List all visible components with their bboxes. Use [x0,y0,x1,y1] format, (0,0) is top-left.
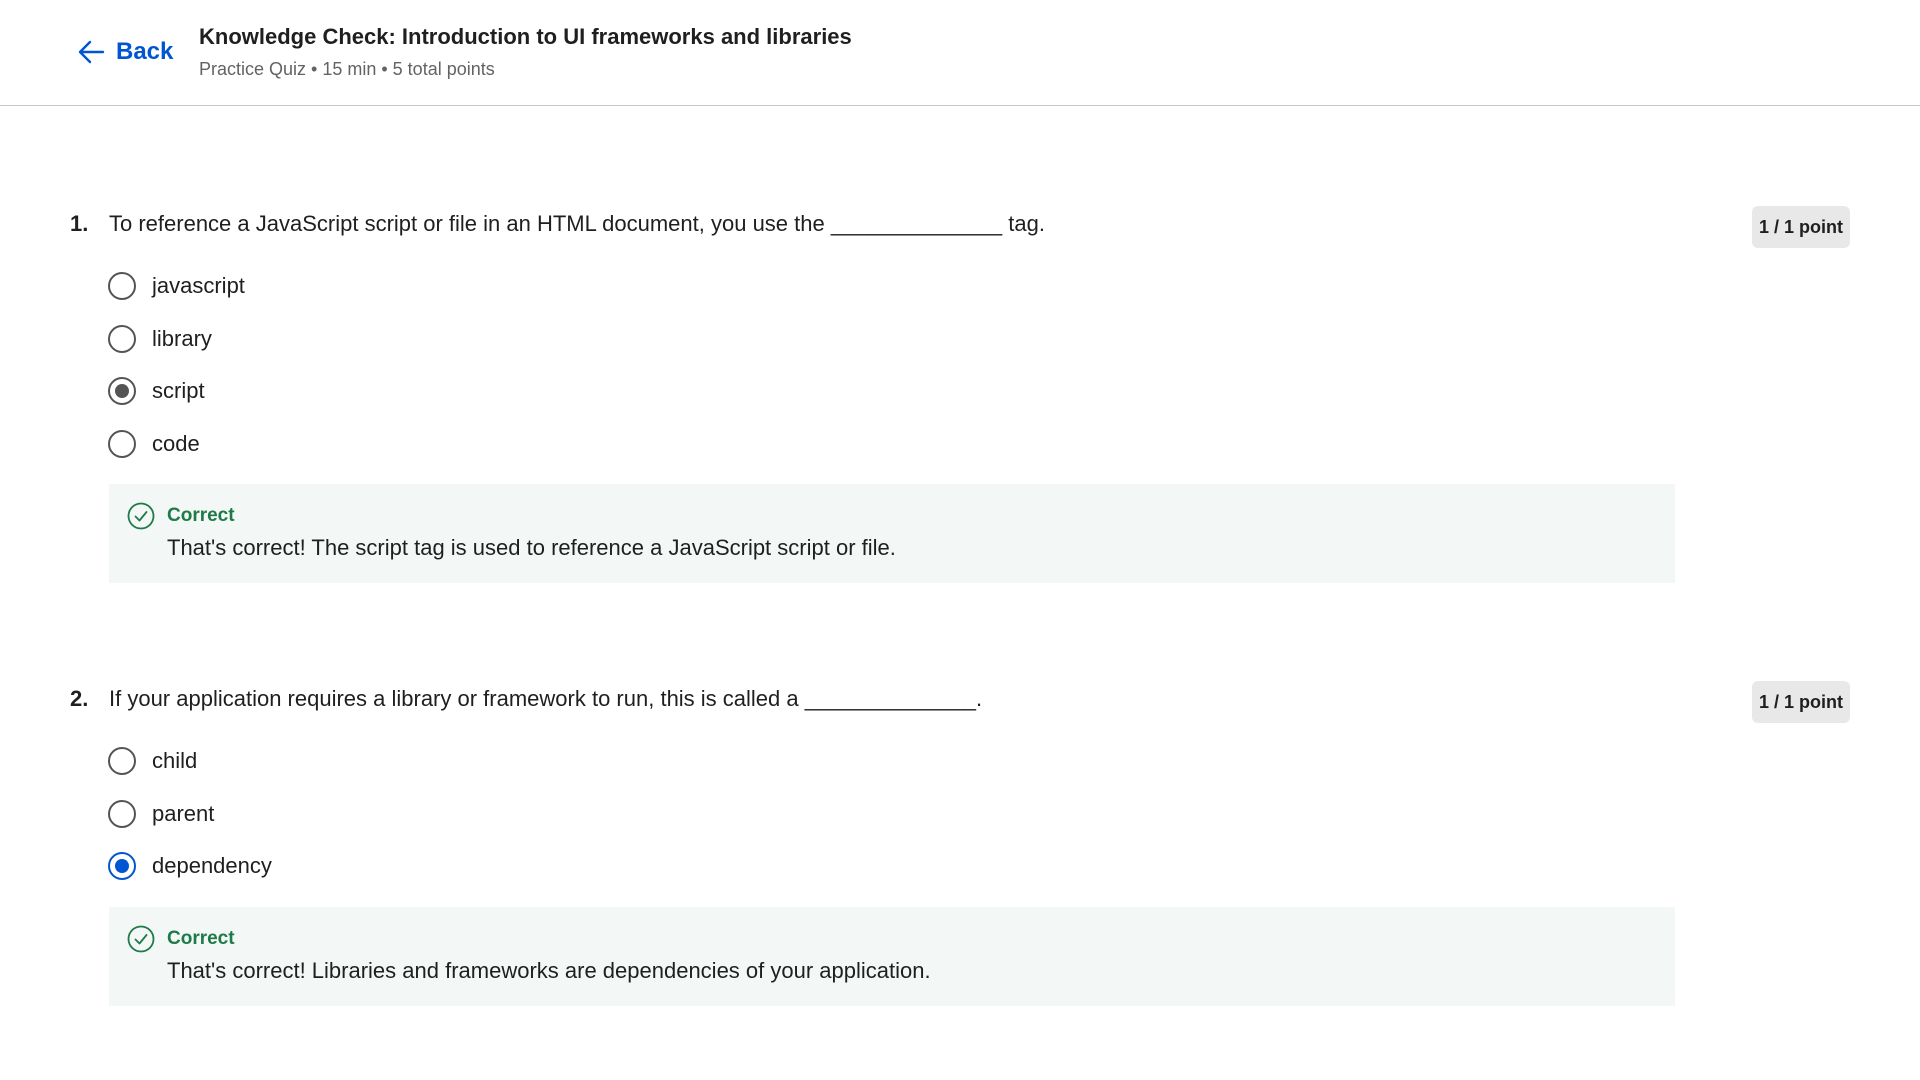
options-list: child parent dependency [108,735,1850,893]
question-row: 2. If your application requires a librar… [70,681,1850,723]
question-1: 1. To reference a JavaScript script or f… [70,206,1850,583]
quiz-header: Back Knowledge Check: Introduction to UI… [0,0,1920,106]
option-label: code [152,430,200,456]
question-2: 2. If your application requires a librar… [70,681,1850,1006]
option-dependency[interactable]: dependency [108,840,1850,893]
question-text: If your application requires a library o… [109,686,983,711]
back-button[interactable]: Back [76,34,173,70]
feedback-title: Correct [167,927,235,949]
page-title: Knowledge Check: Introduction to UI fram… [199,24,852,49]
header-text: Knowledge Check: Introduction to UI fram… [199,22,852,82]
arrow-left-icon [78,40,105,64]
question-row: 1. To reference a JavaScript script or f… [70,206,1850,248]
question-number: 2. [70,686,89,711]
option-script[interactable]: script [108,365,1850,418]
question-text: To reference a JavaScript script or file… [109,211,1045,236]
points-badge: 1 / 1 point [1752,206,1850,248]
feedback-box: Correct That's correct! Libraries and fr… [109,906,1675,1006]
question-number: 1. [70,211,89,236]
options-list: javascript library script code [108,260,1850,470]
option-code[interactable]: code [108,418,1850,471]
radio-button[interactable] [108,429,136,458]
option-label: library [152,325,212,351]
option-label: script [152,378,205,404]
radio-button[interactable] [108,799,136,828]
feedback-title: Correct [167,505,235,526]
option-label: javascript [152,273,245,299]
option-child[interactable]: child [108,735,1850,788]
check-circle-icon [127,925,155,952]
points-badge: 1 / 1 point [1752,681,1850,723]
option-javascript[interactable]: javascript [108,260,1850,313]
quiz-meta: Practice Quiz • 15 min • 5 total points [199,59,495,79]
back-label: Back [116,38,174,65]
check-circle-icon [127,502,155,530]
option-parent[interactable]: parent [108,788,1850,841]
feedback-text: That's correct! The script tag is used t… [167,535,896,560]
option-library[interactable]: library [108,313,1850,366]
option-label: child [152,748,198,774]
feedback-text: That's correct! Libraries and frameworks… [167,957,931,983]
radio-button[interactable] [108,272,136,301]
radio-button[interactable] [108,747,136,776]
option-label: parent [152,800,215,826]
radio-button[interactable] [108,324,136,353]
feedback-box: Correct That's correct! The script tag i… [109,484,1675,583]
radio-button-selected[interactable] [108,852,136,881]
radio-button-selected[interactable] [108,377,136,406]
option-label: dependency [152,853,272,879]
